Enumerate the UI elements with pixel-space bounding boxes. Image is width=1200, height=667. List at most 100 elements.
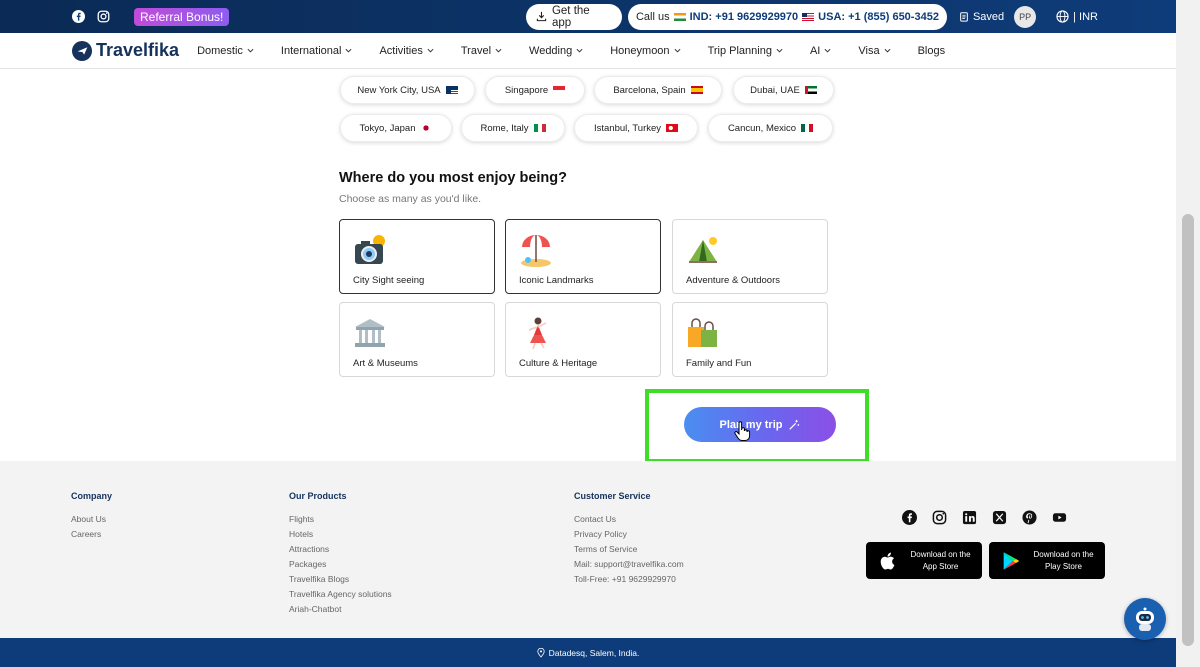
tent-icon bbox=[689, 237, 717, 263]
x-twitter-icon[interactable] bbox=[992, 510, 1007, 525]
facebook-icon[interactable] bbox=[902, 510, 917, 525]
turkey-flag-icon bbox=[666, 124, 679, 132]
nav-item-trip-planning[interactable]: Trip Planning bbox=[708, 45, 783, 57]
nav-item-domestic[interactable]: Domestic bbox=[197, 45, 254, 57]
footer-company-column: Company About Us Careers bbox=[71, 491, 112, 542]
scrollbar-thumb[interactable] bbox=[1182, 214, 1194, 646]
city-chip-tokyo[interactable]: Tokyo, Japan bbox=[340, 114, 452, 142]
footer-link[interactable]: Careers bbox=[71, 527, 112, 542]
nav-item-travel[interactable]: Travel bbox=[461, 45, 502, 57]
city-chip-rome[interactable]: Rome, Italy bbox=[461, 114, 565, 142]
referral-bonus-badge[interactable]: Referral Bonus! bbox=[134, 7, 230, 26]
city-label: New York City, USA bbox=[357, 84, 441, 96]
call-us-box[interactable]: Call us IND: +91 9629929970 USA: +1 (855… bbox=[627, 3, 947, 30]
city-chip-new-york[interactable]: New York City, USA bbox=[340, 76, 475, 104]
play-store-button[interactable]: Download on the Play Store bbox=[989, 542, 1105, 579]
top-social-links: Referral Bonus! bbox=[72, 7, 230, 26]
plan-button-label: Plan my trip bbox=[719, 418, 783, 431]
chatbot-launcher[interactable] bbox=[1124, 598, 1166, 640]
usa-phone: USA: +1 (855) 650-3452 bbox=[818, 10, 939, 23]
footer-link[interactable]: Attractions bbox=[289, 542, 392, 557]
nav-item-ai[interactable]: AI bbox=[810, 45, 831, 57]
footer-link[interactable]: Ariah-Chatbot bbox=[289, 602, 392, 617]
footer-link[interactable]: Mail: support@travelfika.com bbox=[574, 557, 684, 572]
option-culture-heritage[interactable]: Culture & Heritage bbox=[505, 302, 661, 377]
usa-flag-icon bbox=[802, 12, 815, 21]
option-label: Family and Fun bbox=[686, 358, 752, 369]
nav-item-activities[interactable]: Activities bbox=[379, 45, 434, 57]
store-line-1: Download on the bbox=[1033, 549, 1094, 559]
page-scrollbar[interactable] bbox=[1176, 0, 1200, 667]
top-bar-actions: Get the app Call us IND: +91 9629929970 … bbox=[525, 3, 1098, 30]
apple-icon bbox=[880, 552, 895, 570]
user-avatar[interactable]: PP bbox=[1014, 5, 1037, 28]
japan-flag-icon bbox=[420, 124, 433, 132]
nav-item-wedding[interactable]: Wedding bbox=[529, 45, 583, 57]
linkedin-icon[interactable] bbox=[962, 510, 977, 525]
option-city-sightseeing[interactable]: City Sight seeing bbox=[339, 219, 495, 294]
city-chip-istanbul[interactable]: Istanbul, Turkey bbox=[574, 114, 698, 142]
store-line-2: Play Store bbox=[1045, 561, 1082, 571]
option-family-fun[interactable]: Family and Fun bbox=[672, 302, 828, 377]
city-chip-cancun[interactable]: Cancun, Mexico bbox=[708, 114, 833, 142]
footer-link[interactable]: Toll-Free: +91 9629929970 bbox=[574, 572, 684, 587]
shopping-bags-icon bbox=[688, 318, 717, 347]
chevron-down-icon bbox=[674, 48, 681, 53]
location-pin-icon bbox=[537, 647, 545, 658]
clipboard-icon bbox=[960, 12, 968, 22]
globe-icon bbox=[1056, 10, 1069, 23]
footer-link[interactable]: About Us bbox=[71, 512, 112, 527]
nav-item-honeymoon[interactable]: Honeymoon bbox=[610, 45, 681, 57]
option-label: City Sight seeing bbox=[353, 275, 425, 286]
instagram-icon[interactable] bbox=[932, 510, 947, 525]
city-chip-barcelona[interactable]: Barcelona, Spain bbox=[594, 76, 722, 104]
footer-link[interactable]: Packages bbox=[289, 557, 392, 572]
footer-link[interactable]: Contact Us bbox=[574, 512, 684, 527]
option-art-museums[interactable]: Art & Museums bbox=[339, 302, 495, 377]
option-label: Adventure & Outdoors bbox=[686, 275, 780, 286]
youtube-icon[interactable] bbox=[1052, 510, 1067, 525]
saved-link[interactable]: Saved bbox=[959, 11, 1004, 23]
footer-link[interactable]: Privacy Policy bbox=[574, 527, 684, 542]
option-adventure-outdoors[interactable]: Adventure & Outdoors bbox=[672, 219, 828, 294]
facebook-icon[interactable] bbox=[72, 10, 85, 23]
option-label: Art & Museums bbox=[353, 358, 418, 369]
option-iconic-landmarks[interactable]: Iconic Landmarks bbox=[505, 219, 661, 294]
footer-link[interactable]: Hotels bbox=[289, 527, 392, 542]
footer-link[interactable]: Terms of Service bbox=[574, 542, 684, 557]
footer-link[interactable]: Flights bbox=[289, 512, 392, 527]
city-chip-dubai[interactable]: Dubai, UAE bbox=[733, 76, 834, 104]
app-store-button[interactable]: Download on the App Store bbox=[866, 542, 982, 579]
main-navbar: Travelfika Domestic International Activi… bbox=[0, 33, 1176, 69]
nav-label: Trip Planning bbox=[707, 44, 772, 57]
currency-selector[interactable]: | INR bbox=[1056, 10, 1098, 23]
nav-label: AI bbox=[809, 44, 821, 57]
footer-service-column: Customer Service Contact Us Privacy Poli… bbox=[574, 491, 684, 587]
dancer-icon bbox=[528, 317, 547, 350]
plan-my-trip-button[interactable]: Plan my trip bbox=[684, 407, 836, 442]
city-chip-singapore[interactable]: Singapore bbox=[485, 76, 585, 104]
museum-icon bbox=[355, 319, 385, 347]
instagram-icon[interactable] bbox=[97, 10, 110, 23]
footer: Company About Us Careers Our Products Fl… bbox=[0, 461, 1176, 638]
city-label: Dubai, UAE bbox=[750, 84, 800, 96]
nav-label: Visa bbox=[858, 44, 880, 57]
footer-heading: Our Products bbox=[289, 491, 347, 501]
travelfika-logo[interactable]: Travelfika bbox=[72, 40, 179, 61]
footer-link[interactable]: Travelfika Agency solutions bbox=[289, 587, 392, 602]
get-app-button[interactable]: Get the app bbox=[525, 3, 622, 30]
pinterest-icon[interactable] bbox=[1022, 510, 1037, 525]
nav-label: International bbox=[280, 44, 342, 57]
magic-wand-icon bbox=[789, 419, 800, 430]
google-play-icon bbox=[1003, 551, 1020, 570]
nav-item-international[interactable]: International bbox=[281, 45, 353, 57]
footer-link[interactable]: Travelfika Blogs bbox=[289, 572, 392, 587]
app-store-text: Download on the App Store bbox=[899, 549, 982, 573]
nav-item-visa[interactable]: Visa bbox=[858, 44, 891, 57]
nav-item-blogs[interactable]: Blogs bbox=[918, 45, 946, 57]
footer-social-links bbox=[902, 510, 1067, 525]
chevron-down-icon bbox=[776, 48, 783, 53]
italy-flag-icon bbox=[533, 124, 546, 132]
city-label: Barcelona, Spain bbox=[613, 84, 686, 96]
uae-flag-icon bbox=[804, 86, 817, 94]
